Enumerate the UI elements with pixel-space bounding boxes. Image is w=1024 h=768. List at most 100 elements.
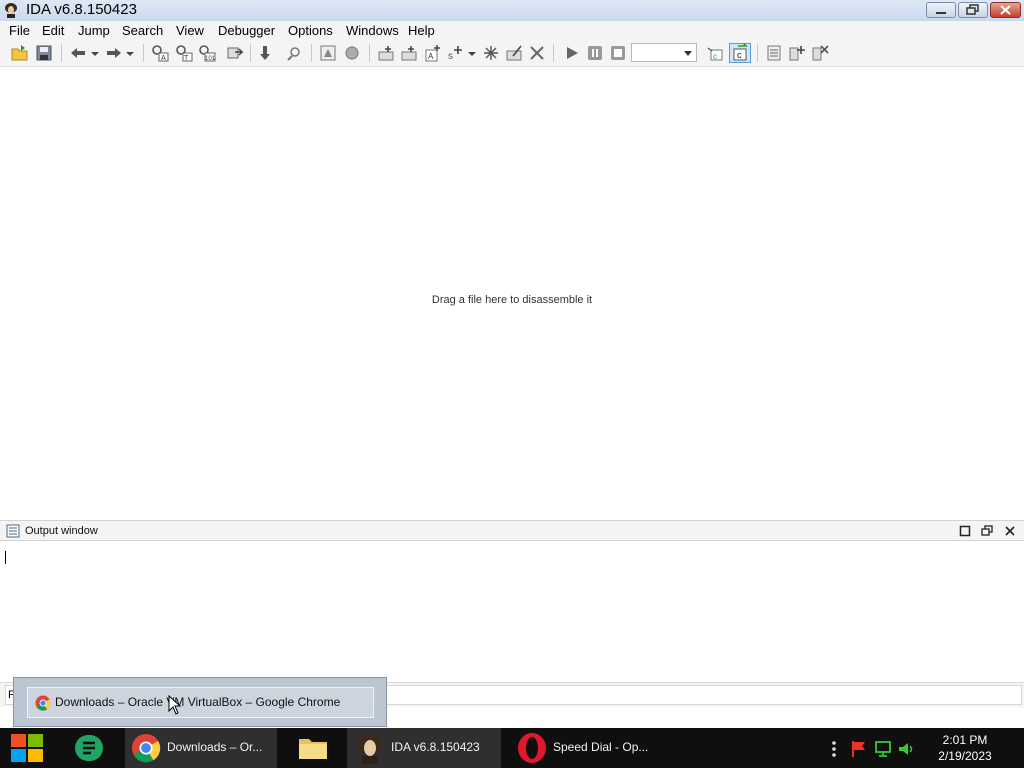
circle-icon[interactable] — [343, 44, 361, 62]
network-icon[interactable] — [874, 740, 892, 758]
back-arrow-icon[interactable] — [69, 44, 87, 62]
restore-icon — [966, 4, 979, 15]
taskbar-chrome-label: Downloads – Or... — [167, 740, 263, 754]
ida-portrait-icon — [5, 3, 17, 18]
svg-text:c: c — [713, 52, 717, 61]
close-button[interactable] — [990, 2, 1021, 18]
close-icon — [1000, 5, 1011, 15]
output-window-title: Output window — [25, 525, 98, 537]
save-icon[interactable] — [35, 44, 53, 62]
close-icon[interactable] — [1004, 525, 1016, 537]
toolbar-separator — [250, 44, 251, 62]
mouse-cursor-icon — [168, 695, 182, 715]
taskbar: Downloads – Or... IDA v6.8.150423 Speed … — [0, 728, 1024, 768]
undefine-icon[interactable] — [482, 44, 500, 62]
toolbar-separator — [311, 44, 312, 62]
jump-icon[interactable] — [226, 44, 244, 62]
name-icon[interactable] — [505, 44, 523, 62]
output-window-icon — [6, 524, 20, 538]
cross-ref-icon[interactable] — [285, 44, 303, 62]
add-struct-icon[interactable] — [788, 44, 806, 62]
make-code-icon[interactable] — [377, 44, 395, 62]
toolbar-separator — [143, 44, 144, 62]
make-ascii-icon[interactable]: A — [424, 44, 442, 62]
minimize-icon — [936, 12, 946, 14]
taskbar-ida-label: IDA v6.8.150423 — [391, 740, 480, 754]
text-search-icon[interactable]: A — [151, 44, 169, 62]
minimize-button[interactable] — [926, 2, 956, 18]
svg-text:101: 101 — [205, 56, 216, 62]
windows-start-icon[interactable] — [11, 733, 43, 763]
sheets-icon — [75, 735, 103, 761]
ida-icon — [358, 734, 382, 764]
svg-text:c: c — [737, 50, 742, 60]
forward-arrow-icon[interactable] — [105, 44, 123, 62]
toolbar-separator — [553, 44, 554, 62]
restore-button[interactable] — [958, 2, 988, 18]
menu-options[interactable]: Options — [288, 23, 333, 38]
menu-jump[interactable]: Jump — [78, 23, 110, 38]
make-data-icon[interactable] — [400, 44, 418, 62]
down-arrow-icon[interactable] — [256, 44, 274, 62]
graph-icon[interactable] — [319, 44, 337, 62]
svg-text:A: A — [428, 52, 434, 61]
menu-help[interactable]: Help — [408, 23, 435, 38]
menu-search[interactable]: Search — [122, 23, 163, 38]
menu-bar: File Edit Jump Search View Debugger Opti… — [0, 21, 1024, 40]
taskbar-chrome[interactable]: Downloads – Or... — [125, 728, 277, 768]
array-dropdown-icon[interactable] — [466, 44, 478, 62]
debugger-option-icon[interactable]: c — [706, 44, 724, 62]
menu-debugger[interactable]: Debugger — [218, 23, 275, 38]
preview-window-item[interactable]: Downloads – Oracle VM VirtualBox – Googl… — [27, 687, 374, 718]
chevron-down-icon — [684, 51, 692, 56]
svg-text:s: s — [448, 51, 453, 62]
taskbar-preview-popup: Downloads – Oracle VM VirtualBox – Googl… — [13, 677, 387, 727]
drag-file-hint: Drag a file here to disassemble it — [431, 294, 593, 306]
forward-dropdown-icon[interactable] — [124, 44, 136, 62]
taskbar-ida[interactable]: IDA v6.8.150423 — [347, 728, 501, 768]
action-center-flag-icon[interactable] — [850, 740, 868, 758]
preview-window-title: Downloads – Oracle VM VirtualBox – Googl… — [55, 695, 341, 709]
chrome-icon — [35, 695, 51, 711]
menu-edit[interactable]: Edit — [42, 23, 64, 38]
chrome-icon — [131, 733, 161, 763]
start-process-icon[interactable] — [563, 44, 581, 62]
toolbar: A T 101 A s c c — [0, 40, 1024, 67]
struct-icon[interactable] — [765, 44, 783, 62]
back-dropdown-icon[interactable] — [89, 44, 101, 62]
float-window-icon[interactable] — [981, 525, 993, 537]
file-explorer-icon — [299, 739, 327, 759]
title-bar: IDA v6.8.150423 — [0, 0, 1024, 22]
make-array-icon[interactable]: s — [447, 44, 465, 62]
toolbar-separator — [757, 44, 758, 62]
output-window-header: Output window — [0, 520, 1024, 541]
immediate-search-icon[interactable]: 101 — [198, 44, 216, 62]
menu-view[interactable]: View — [176, 23, 204, 38]
main-workspace[interactable]: Drag a file here to disassemble it — [0, 67, 1024, 520]
taskbar-opera-label: Speed Dial - Op... — [553, 740, 649, 754]
toolbar-separator — [61, 44, 62, 62]
volume-icon[interactable] — [897, 740, 915, 758]
stop-process-icon[interactable] — [609, 44, 627, 62]
overflow-menu-icon[interactable] — [826, 740, 842, 758]
svg-text:A: A — [161, 55, 166, 62]
open-file-icon[interactable] — [11, 44, 29, 62]
maximize-icon[interactable] — [959, 525, 971, 537]
opera-icon — [518, 733, 546, 763]
taskbar-opera[interactable]: Speed Dial - Op... — [508, 728, 662, 768]
taskbar-file-explorer[interactable] — [285, 728, 340, 768]
output-text-area[interactable] — [0, 541, 1024, 683]
delete-struct-icon[interactable] — [811, 44, 829, 62]
cfg-toggle-icon[interactable]: c — [729, 43, 751, 63]
toolbar-separator — [369, 44, 370, 62]
clock-time[interactable]: 2:01 PM — [930, 733, 1000, 747]
svg-text:T: T — [184, 55, 189, 62]
debugger-select[interactable] — [631, 43, 697, 62]
binary-search-icon[interactable]: T — [175, 44, 193, 62]
pause-process-icon[interactable] — [586, 44, 604, 62]
clock-date[interactable]: 2/19/2023 — [930, 749, 1000, 763]
menu-windows[interactable]: Windows — [346, 23, 399, 38]
menu-file[interactable]: File — [9, 23, 30, 38]
taskbar-sheets[interactable] — [66, 728, 116, 768]
delete-icon[interactable] — [528, 44, 546, 62]
